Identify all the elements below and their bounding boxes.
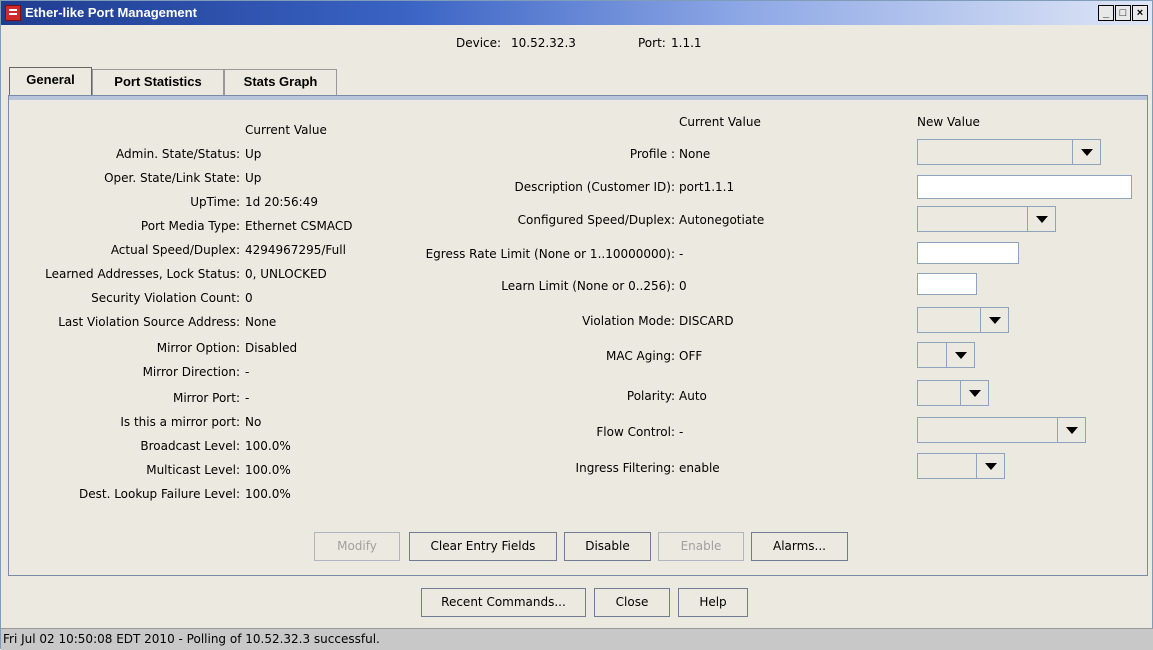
security-violation-count-label: Security Violation Count:: [91, 291, 240, 305]
multicast-level-label: Multicast Level:: [146, 463, 240, 477]
chevron-down-icon[interactable]: [1027, 207, 1055, 231]
multicast-level-value: 100.0%: [245, 463, 291, 477]
title-bar[interactable]: Ether-like Port Management _ □ ×: [1, 1, 1152, 25]
tab-general[interactable]: General: [9, 67, 92, 95]
ingress-filtering-value: enable: [679, 461, 720, 475]
clear-entry-fields-button[interactable]: Clear Entry Fields: [409, 532, 557, 561]
uptime-value: 1d 20:56:49: [245, 195, 318, 209]
port-value: 1.1.1: [671, 36, 702, 50]
configured-speed-label: Configured Speed/Duplex:: [517, 213, 675, 227]
egress-rate-limit-value: -: [679, 247, 684, 261]
actual-speed-value: 4294967295/Full: [245, 243, 346, 257]
right-current-value-header: Current Value: [679, 115, 761, 129]
tab-port-statistics[interactable]: Port Statistics: [92, 69, 224, 95]
egress-rate-limit-input[interactable]: [917, 242, 1019, 264]
actual-speed-label: Actual Speed/Duplex:: [110, 243, 240, 257]
admin-state-value: Up: [245, 147, 262, 161]
chevron-down-icon[interactable]: [1057, 418, 1085, 442]
flow-control-label: Flow Control:: [596, 425, 675, 439]
minimize-button[interactable]: _: [1098, 5, 1114, 21]
chevron-down-icon[interactable]: [960, 381, 988, 405]
broadcast-level-value: 100.0%: [245, 439, 291, 453]
profile-select[interactable]: [917, 139, 1101, 165]
help-button[interactable]: Help: [678, 588, 748, 617]
disable-button[interactable]: Disable: [564, 532, 651, 561]
recent-commands-button[interactable]: Recent Commands...: [421, 588, 586, 617]
new-value-header: New Value: [917, 115, 980, 129]
dest-lookup-failure-label: Dest. Lookup Failure Level:: [79, 487, 240, 501]
chevron-down-icon[interactable]: [946, 343, 974, 367]
dest-lookup-failure-value: 100.0%: [245, 487, 291, 501]
polarity-select[interactable]: [917, 380, 989, 406]
is-mirror-port-label: Is this a mirror port:: [120, 415, 240, 429]
learn-limit-value: 0: [679, 279, 687, 293]
mirror-direction-label: Mirror Direction:: [142, 365, 240, 379]
broadcast-level-label: Broadcast Level:: [140, 439, 240, 453]
description-input[interactable]: [917, 175, 1132, 199]
mirror-direction-value: -: [245, 365, 250, 379]
learn-limit-label: Learn Limit (None or 0..256):: [501, 279, 675, 293]
port-label: Port:: [638, 36, 666, 50]
ingress-filtering-select[interactable]: [917, 453, 1005, 479]
chevron-down-icon[interactable]: [1072, 140, 1100, 164]
flow-control-select[interactable]: [917, 417, 1086, 443]
oper-state-label: Oper. State/Link State:: [104, 171, 240, 185]
configured-speed-value: Autonegotiate: [679, 213, 765, 227]
close-window-button[interactable]: ×: [1132, 5, 1148, 21]
mac-aging-label: MAC Aging:: [606, 349, 675, 363]
egress-rate-limit-label: Egress Rate Limit (None or 1..10000000):: [425, 247, 675, 261]
device-value: 10.52.32.3: [511, 36, 576, 50]
close-button[interactable]: Close: [594, 588, 670, 617]
learned-addresses-label: Learned Addresses, Lock Status:: [45, 267, 240, 281]
mac-aging-select[interactable]: [917, 342, 975, 368]
port-media-type-label: Port Media Type:: [140, 219, 240, 233]
admin-state-label: Admin. State/Status:: [116, 147, 240, 161]
description-value: port1.1.1: [679, 180, 735, 194]
device-label: Device:: [456, 36, 502, 50]
window-title: Ether-like Port Management: [25, 5, 197, 20]
chevron-down-icon[interactable]: [976, 454, 1004, 478]
general-panel: [8, 95, 1148, 576]
uptime-label: UpTime:: [190, 195, 240, 209]
modify-button[interactable]: Modify: [314, 532, 400, 561]
polarity-label: Polarity:: [626, 389, 675, 403]
port-media-type-value: Ethernet CSMACD: [245, 219, 353, 233]
mirror-option-label: Mirror Option:: [156, 341, 240, 355]
panel-top-border: [9, 96, 1147, 100]
last-violation-source-label: Last Violation Source Address:: [58, 315, 240, 329]
learn-limit-input[interactable]: [917, 273, 977, 295]
port-management-window: Ether-like Port Management _ □ × Device:…: [0, 0, 1153, 650]
violation-mode-select[interactable]: [917, 307, 1009, 333]
description-label: Description (Customer ID):: [514, 180, 675, 194]
mirror-port-value: -: [245, 391, 250, 405]
violation-mode-value: DISCARD: [679, 314, 734, 328]
maximize-button[interactable]: □: [1115, 5, 1131, 21]
flow-control-value: -: [679, 425, 684, 439]
profile-value: None: [679, 147, 711, 161]
status-bar: Fri Jul 02 10:50:08 EDT 2010 - Polling o…: [1, 628, 1153, 650]
enable-button[interactable]: Enable: [658, 532, 744, 561]
polarity-value: Auto: [679, 389, 707, 403]
profile-label: Profile :: [629, 147, 675, 161]
violation-mode-label: Violation Mode:: [582, 314, 675, 328]
oper-state-value: Up: [245, 171, 262, 185]
mirror-option-value: Disabled: [245, 341, 298, 355]
mirror-port-label: Mirror Port:: [172, 391, 240, 405]
security-violation-count-value: 0: [245, 291, 253, 305]
ingress-filtering-label: Ingress Filtering:: [575, 461, 675, 475]
app-icon: [5, 5, 21, 21]
mac-aging-value: OFF: [679, 349, 703, 363]
tab-stats-graph[interactable]: Stats Graph: [224, 69, 337, 95]
learned-addresses-value: 0, UNLOCKED: [245, 267, 327, 281]
left-current-value-header: Current Value: [245, 123, 327, 137]
alarms-button[interactable]: Alarms...: [751, 532, 848, 561]
chevron-down-icon[interactable]: [980, 308, 1008, 332]
is-mirror-port-value: No: [245, 415, 262, 429]
last-violation-source-value: None: [245, 315, 277, 329]
configured-speed-select[interactable]: [917, 206, 1056, 232]
